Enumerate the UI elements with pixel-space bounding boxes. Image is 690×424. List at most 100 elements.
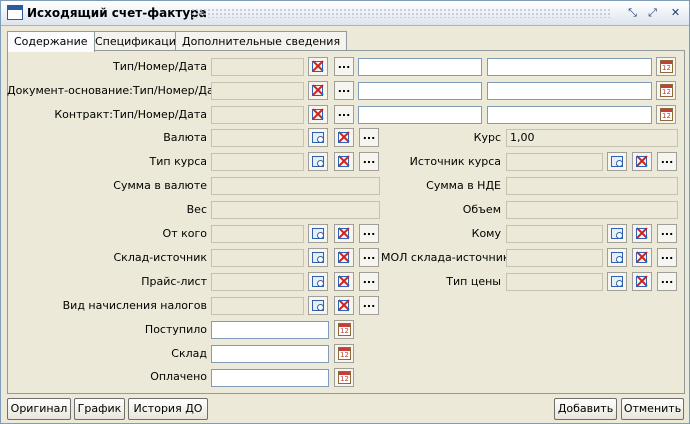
label-price-list: Прайс-лист bbox=[141, 275, 207, 288]
select-button[interactable]: ... bbox=[334, 57, 354, 76]
select-button[interactable]: ... bbox=[359, 296, 379, 315]
window-icon bbox=[7, 5, 23, 20]
to-whom-field[interactable] bbox=[506, 225, 603, 243]
calendar-icon[interactable] bbox=[334, 320, 354, 339]
basis-number-input[interactable] bbox=[358, 82, 482, 100]
maximize-icon[interactable]: ⤢ bbox=[645, 5, 660, 20]
calendar-icon[interactable] bbox=[656, 105, 676, 124]
calendar-icon[interactable] bbox=[656, 57, 676, 76]
volume-field bbox=[506, 201, 678, 219]
lookup-icon[interactable] bbox=[308, 224, 328, 243]
clear-icon[interactable] bbox=[308, 81, 328, 100]
contract-type-field[interactable] bbox=[211, 106, 304, 124]
rate-type-field[interactable] bbox=[211, 153, 304, 171]
amount-nde-field bbox=[506, 177, 678, 195]
restore-icon[interactable]: ⤡ bbox=[625, 5, 640, 20]
history-button[interactable]: История ДО bbox=[128, 398, 208, 420]
select-button[interactable]: ... bbox=[334, 105, 354, 124]
currency-field[interactable] bbox=[211, 129, 304, 147]
basis-type-field[interactable] bbox=[211, 82, 304, 100]
label-volume: Объем bbox=[462, 203, 501, 216]
clear-icon[interactable] bbox=[334, 272, 354, 291]
calendar-icon[interactable] bbox=[656, 81, 676, 100]
clear-icon[interactable] bbox=[334, 152, 354, 171]
label-rate-type: Тип курса bbox=[149, 155, 207, 168]
tax-type-field[interactable] bbox=[211, 297, 304, 315]
tab-content[interactable]: Содержание bbox=[7, 31, 95, 52]
paid-date-input[interactable] bbox=[211, 369, 329, 387]
label-to-whom: Кому bbox=[471, 227, 501, 240]
doc-number-input[interactable] bbox=[358, 58, 482, 76]
select-button[interactable]: ... bbox=[359, 152, 379, 171]
lookup-icon[interactable] bbox=[308, 296, 328, 315]
lookup-icon[interactable] bbox=[308, 152, 328, 171]
label-amount-nde: Сумма в НДЕ bbox=[426, 179, 501, 192]
clear-icon[interactable] bbox=[308, 57, 328, 76]
from-whom-field[interactable] bbox=[211, 225, 304, 243]
contract-date-input[interactable] bbox=[487, 106, 652, 124]
select-button[interactable]: ... bbox=[359, 224, 379, 243]
label-amount-currency: Сумма в валюте bbox=[113, 179, 207, 192]
warehouse-input[interactable] bbox=[211, 345, 329, 363]
label-paid: Оплачено bbox=[150, 370, 207, 383]
source-warehouse-field[interactable] bbox=[211, 249, 304, 267]
doc-type-field[interactable] bbox=[211, 58, 304, 76]
tab-additional-info[interactable]: Дополнительные сведения bbox=[175, 31, 348, 51]
select-button[interactable]: ... bbox=[359, 272, 379, 291]
weight-field bbox=[211, 201, 380, 219]
title-bar: Исходящий счет-фактура ⤡ ⤢ ✕ bbox=[1, 1, 689, 26]
lookup-icon[interactable] bbox=[308, 272, 328, 291]
lookup-icon[interactable] bbox=[308, 128, 328, 147]
clear-icon[interactable] bbox=[632, 224, 652, 243]
contract-number-input[interactable] bbox=[358, 106, 482, 124]
select-button[interactable]: ... bbox=[657, 248, 677, 267]
price-list-field[interactable] bbox=[211, 273, 304, 291]
calendar-icon[interactable] bbox=[334, 368, 354, 387]
mol-source-field[interactable] bbox=[506, 249, 603, 267]
select-button[interactable]: ... bbox=[657, 272, 677, 291]
clear-icon[interactable] bbox=[632, 152, 652, 171]
select-button[interactable]: ... bbox=[359, 128, 379, 147]
lookup-icon[interactable] bbox=[308, 248, 328, 267]
received-date-input[interactable] bbox=[211, 321, 329, 339]
select-button[interactable]: ... bbox=[359, 248, 379, 267]
clear-icon[interactable] bbox=[334, 224, 354, 243]
label-price-type: Тип цены bbox=[446, 275, 501, 288]
label-warehouse: Склад bbox=[171, 347, 207, 360]
doc-date-input[interactable] bbox=[487, 58, 652, 76]
select-button[interactable]: ... bbox=[657, 152, 677, 171]
clear-icon[interactable] bbox=[334, 296, 354, 315]
title-grip bbox=[191, 8, 611, 18]
label-contract: Контракт:Тип/Номер/Дата bbox=[54, 108, 207, 121]
lookup-icon[interactable] bbox=[607, 152, 627, 171]
rate-source-field[interactable] bbox=[506, 153, 603, 171]
clear-icon[interactable] bbox=[334, 248, 354, 267]
clear-icon[interactable] bbox=[308, 105, 328, 124]
price-type-field[interactable] bbox=[506, 273, 603, 291]
calendar-icon[interactable] bbox=[334, 344, 354, 363]
label-rate-source: Источник курса bbox=[409, 155, 501, 168]
original-button[interactable]: Оригинал bbox=[7, 398, 71, 420]
window-title: Исходящий счет-фактура bbox=[27, 6, 207, 20]
lookup-icon[interactable] bbox=[607, 272, 627, 291]
cancel-button[interactable]: Отменить bbox=[621, 398, 684, 420]
label-basis-document: Документ-основание:Тип/Номер/Дата bbox=[7, 84, 227, 97]
lookup-icon[interactable] bbox=[607, 248, 627, 267]
clear-icon[interactable] bbox=[632, 248, 652, 267]
label-rate: Курс bbox=[473, 131, 501, 144]
label-currency: Валюта bbox=[163, 131, 207, 144]
label-tax-type: Вид начисления налогов bbox=[62, 299, 207, 312]
basis-date-input[interactable] bbox=[487, 82, 652, 100]
select-button[interactable]: ... bbox=[657, 224, 677, 243]
select-button[interactable]: ... bbox=[334, 81, 354, 100]
rate-field: 1,00 bbox=[506, 129, 678, 147]
lookup-icon[interactable] bbox=[607, 224, 627, 243]
label-type-number-date: Тип/Номер/Дата bbox=[112, 60, 207, 73]
content-panel bbox=[7, 50, 685, 394]
schedule-button[interactable]: График bbox=[74, 398, 125, 420]
label-weight: Вес bbox=[186, 203, 207, 216]
clear-icon[interactable] bbox=[334, 128, 354, 147]
close-icon[interactable]: ✕ bbox=[668, 5, 683, 20]
add-button[interactable]: Добавить bbox=[554, 398, 617, 420]
clear-icon[interactable] bbox=[632, 272, 652, 291]
